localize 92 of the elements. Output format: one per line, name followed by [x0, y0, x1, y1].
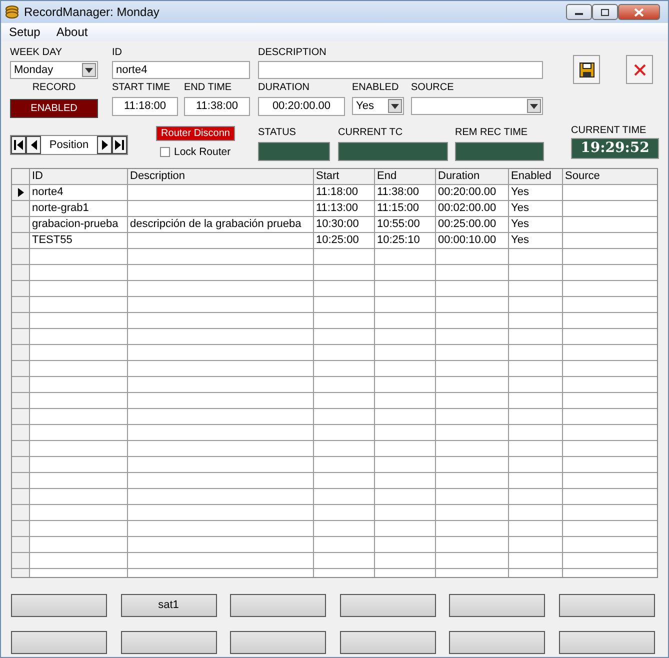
maximize-icon: [600, 8, 610, 16]
table-cell: 10:30:00: [314, 217, 375, 233]
preset-button[interactable]: [340, 594, 436, 617]
column-header[interactable]: ID: [30, 169, 128, 185]
field-label: RECORD: [31, 82, 77, 94]
router-button[interactable]: Router Disconn: [156, 126, 235, 141]
table-cell: 10:55:00: [375, 217, 436, 233]
field-label: DURATION: [258, 82, 310, 94]
field-label: CURRENT TIME: [571, 125, 648, 137]
table-cell: 11:38:00: [375, 185, 436, 201]
table-cell: 11:15:00: [375, 201, 436, 217]
column-header[interactable]: Enabled: [509, 169, 563, 185]
triangle-left-icon: [30, 140, 36, 150]
field-label: END TIME: [184, 82, 233, 94]
week-day-dropdown[interactable]: Monday: [10, 61, 98, 79]
preset-button[interactable]: [558, 594, 654, 617]
dropdown-arrow-icon: [391, 104, 399, 108]
field-label: SOURCE: [411, 82, 455, 94]
row-header-cell[interactable]: [12, 185, 30, 201]
duration-field[interactable]: 00:20:00.00: [258, 97, 345, 116]
field-label: ENABLED: [352, 82, 400, 94]
field-label: START TIME: [112, 82, 172, 94]
table-cell: 00:02:00.00: [436, 201, 509, 217]
close-button[interactable]: [618, 4, 660, 20]
skip-last-icon: [115, 140, 124, 150]
current-time-display: 19:29:52: [571, 138, 659, 159]
row-header-cell[interactable]: [12, 233, 30, 249]
preset-button[interactable]: [558, 631, 654, 654]
field-label: CURRENT TC: [338, 127, 404, 139]
app-icon: [5, 5, 19, 19]
last-button[interactable]: [112, 136, 127, 154]
column-header[interactable]: Source: [563, 169, 657, 185]
preset-button[interactable]: [230, 594, 326, 617]
id-field[interactable]: norte4: [112, 61, 250, 79]
preset-button[interactable]: [449, 631, 545, 654]
close-icon: [632, 62, 646, 76]
table-cell: grabacion-prueba: [30, 217, 128, 233]
table-cell: norte4: [30, 185, 128, 201]
column-header[interactable]: Description: [128, 169, 314, 185]
start-time-field[interactable]: 11:18:00: [112, 97, 178, 116]
column-header[interactable]: Start: [314, 169, 375, 185]
field-label: REM REC TIME: [455, 127, 529, 139]
table-cell: norte-grab1: [30, 201, 128, 217]
record-button[interactable]: ENABLED: [10, 99, 98, 118]
table-cell: 00:20:00.00: [436, 185, 509, 201]
preset-button[interactable]: [449, 594, 545, 617]
field-label: STATUS: [258, 127, 297, 139]
maximize-button[interactable]: [592, 4, 618, 20]
preset-button[interactable]: [120, 631, 216, 654]
enabled-dropdown[interactable]: Yes: [352, 97, 404, 115]
first-button[interactable]: [11, 136, 26, 154]
menu-item[interactable]: Setup: [1, 23, 48, 41]
dropdown-arrow-icon: [85, 68, 93, 72]
triangle-right-icon: [102, 140, 108, 150]
field-label: DESCRIPTION: [258, 47, 328, 59]
next-button[interactable]: [97, 136, 112, 154]
skip-first-icon: [14, 140, 23, 150]
table-cell: Yes: [509, 217, 563, 233]
position-label: Position: [48, 138, 90, 153]
column-header[interactable]: Duration: [436, 169, 509, 185]
table-cell: 11:18:00: [314, 185, 375, 201]
row-header-cell[interactable]: [12, 201, 30, 217]
end-time-field[interactable]: 11:38:00: [184, 97, 250, 116]
row-pointer-icon: [18, 188, 24, 197]
row-header-cell: [12, 169, 30, 185]
preset-button[interactable]: [11, 631, 107, 654]
column-header[interactable]: End: [375, 169, 436, 185]
lock-router-checkbox[interactable]: [160, 146, 170, 156]
preset-button[interactable]: [11, 594, 107, 617]
menu-item[interactable]: About: [48, 23, 96, 41]
preset-button[interactable]: [230, 631, 326, 654]
preset-button[interactable]: sat1: [120, 594, 216, 617]
table-cell: Yes: [509, 201, 563, 217]
table-cell: 11:13:00: [314, 201, 375, 217]
save-button[interactable]: [573, 55, 600, 84]
dropdown-arrow-icon: [530, 104, 538, 108]
minimize-button[interactable]: [566, 4, 592, 20]
field-label: ID: [112, 47, 123, 59]
preset-button[interactable]: [340, 631, 436, 654]
field-label: WEEK DAY: [10, 47, 64, 59]
close-icon: [634, 8, 644, 16]
previous-button[interactable]: [26, 136, 41, 154]
source-dropdown[interactable]: [411, 97, 543, 115]
table-cell: descripción de la grabación prueba: [128, 217, 314, 233]
status-panel: [258, 142, 330, 161]
table-cell: Yes: [509, 185, 563, 201]
description-field[interactable]: [258, 61, 543, 79]
row-header-cell[interactable]: [12, 217, 30, 233]
window-title: RecordManager: Monday: [24, 4, 160, 21]
table-cell: 00:25:00.00: [436, 217, 509, 233]
checkbox-label: Lock Router: [174, 146, 231, 158]
cancel-button[interactable]: [626, 55, 653, 84]
